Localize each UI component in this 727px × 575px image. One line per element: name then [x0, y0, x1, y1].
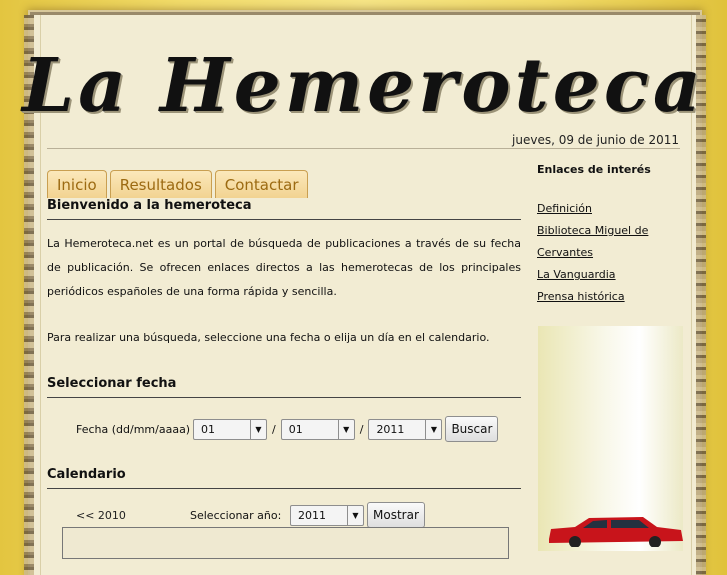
current-date: jueves, 09 de junio de 2011 — [512, 133, 679, 147]
tab-inicio[interactable]: Inicio — [47, 170, 107, 198]
link-prensa-historica[interactable]: Prensa histórica — [537, 286, 682, 308]
previous-year-link[interactable]: << 2010 — [76, 509, 190, 522]
calendar-heading: Calendario — [47, 467, 521, 489]
chevron-down-icon: ▼ — [337, 419, 354, 439]
link-biblioteca-cervantes[interactable]: Biblioteca Miguel de Cervantes — [537, 220, 682, 264]
day-select[interactable]: 01 ▼ — [193, 418, 267, 440]
intro-paragraph: La Hemeroteca.net es un portal de búsque… — [47, 237, 521, 298]
instructions-paragraph: Para realizar una búsqueda, seleccione u… — [47, 331, 490, 344]
date-form-heading: Seleccionar fecha — [47, 376, 521, 398]
chevron-down-icon: ▼ — [250, 419, 266, 439]
date-separator: / — [272, 422, 276, 436]
tab-resultados[interactable]: Resultados — [109, 170, 212, 198]
calendar-table — [62, 527, 509, 559]
show-button[interactable]: Mostrar — [367, 502, 425, 528]
date-label: Fecha (dd/mm/aaaa) — [76, 422, 191, 436]
car-image — [549, 517, 683, 547]
sidebar-heading: Enlaces de interés — [537, 163, 651, 176]
welcome-heading: Bienvenido a la hemeroteca — [47, 198, 521, 220]
search-button[interactable]: Buscar — [445, 416, 499, 442]
year-select[interactable]: 2011 ▼ — [368, 418, 443, 440]
link-definicion[interactable]: Definición — [537, 198, 682, 220]
main-content: Bienvenido a la hemeroteca La Hemeroteca… — [47, 198, 521, 398]
date-separator: / — [359, 422, 364, 436]
tab-bar: Inicio Resultados Contactar — [47, 170, 309, 198]
year-label: Seleccionar año: — [190, 508, 282, 522]
chevron-down-icon: ▼ — [425, 419, 441, 439]
month-select[interactable]: 01 ▼ — [280, 418, 355, 440]
date-form: Fecha (dd/mm/aaaa) 01 ▼ / 01 ▼ / 2011 ▼ … — [76, 416, 499, 442]
calendar-section: Calendario — [47, 467, 521, 489]
calendar-year-select[interactable]: 2011 ▼ — [290, 504, 364, 526]
calendar-controls: << 2010 Seleccionar año: 2011 ▼ Mostrar — [76, 502, 425, 528]
header-divider — [47, 148, 680, 149]
site-title: La Hemeroteca — [22, 43, 705, 129]
chevron-down-icon: ▼ — [347, 505, 363, 525]
tab-contactar[interactable]: Contactar — [214, 170, 309, 198]
sidebar: Enlaces de interés Definición Biblioteca… — [537, 163, 682, 308]
link-la-vanguardia[interactable]: La Vanguardia — [537, 264, 682, 286]
